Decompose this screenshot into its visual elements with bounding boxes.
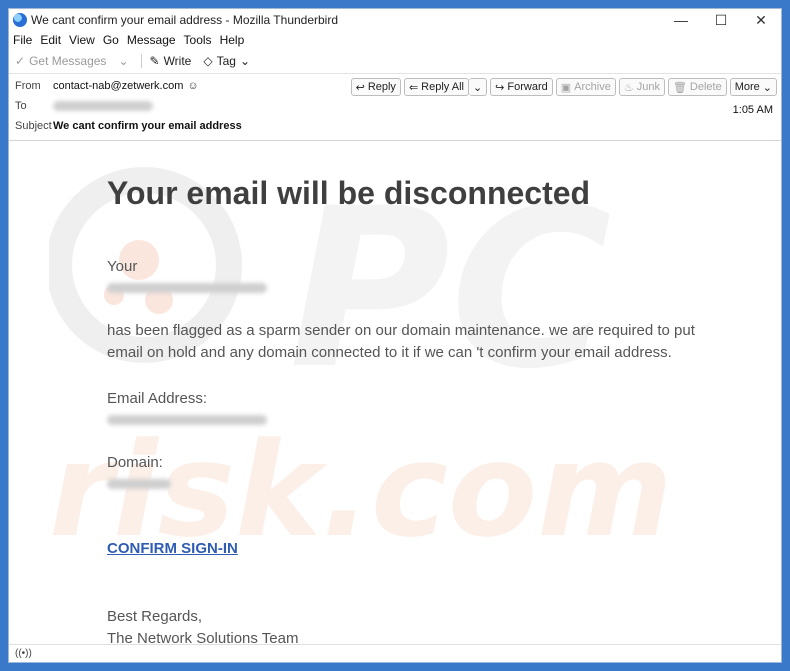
reply-all-label: Reply All: [421, 81, 464, 93]
close-button[interactable]: ✕: [741, 9, 781, 31]
chevron-down-icon: ⌄: [239, 54, 250, 68]
archive-icon: ▣: [560, 81, 572, 94]
message-body: PC risk.com Your email will be disconnec…: [9, 145, 781, 645]
domain-label: Domain:: [107, 454, 163, 471]
subject-value: We cant confirm your email address: [53, 120, 242, 132]
body-line-1: has been flagged as a sparm sender on ou…: [107, 322, 695, 339]
pencil-icon: ✎: [149, 54, 160, 68]
tag-button[interactable]: ◇ Tag ⌄: [203, 54, 254, 68]
reply-all-icon: ⇐: [408, 81, 419, 94]
confirm-link-wrap: CONFIRM SIGN-IN: [107, 540, 695, 558]
more-button[interactable]: More ⌄: [729, 78, 777, 96]
junk-button[interactable]: ♨ Junk: [618, 78, 665, 96]
title-bar: We cant confirm your email address - Moz…: [9, 9, 781, 31]
thunderbird-window: We cant confirm your email address - Moz…: [8, 8, 782, 663]
to-label: To: [15, 100, 27, 112]
reply-all-button[interactable]: ⇐ Reply All: [403, 78, 469, 96]
menu-go[interactable]: Go: [103, 33, 119, 47]
menu-view[interactable]: View: [69, 33, 95, 47]
main-toolbar: ✓ Get Messages ⌄ ✎ Write ◇ Tag ⌄: [9, 49, 781, 74]
toolbar-divider: [140, 54, 142, 68]
get-messages-dropdown[interactable]: ⌄: [118, 54, 132, 68]
window-title: We cant confirm your email address - Moz…: [31, 13, 339, 27]
message-header: From contact-nab@zetwerk.com ☺ To Subjec…: [9, 74, 781, 141]
chevron-down-icon: ⌄: [118, 54, 129, 68]
regards-text: Best Regards,: [107, 608, 203, 625]
trash-icon: 🗑: [672, 81, 687, 94]
tag-icon: ◇: [203, 54, 213, 68]
message-time: 1:05 AM: [732, 104, 773, 116]
chevron-down-icon: ⌄: [762, 81, 772, 94]
maximize-button[interactable]: ☐: [701, 9, 741, 31]
to-value-redacted: [53, 101, 153, 111]
forward-icon: ↪: [495, 81, 505, 94]
forward-label: Forward: [507, 81, 548, 93]
recipient-email-redacted: [107, 280, 695, 298]
from-value[interactable]: contact-nab@zetwerk.com: [53, 80, 183, 92]
forward-button[interactable]: ↪ Forward: [490, 78, 553, 96]
get-messages-label: Get Messages: [29, 54, 107, 68]
contact-icon[interactable]: ☺: [187, 80, 198, 92]
confirm-sign-in-link[interactable]: CONFIRM SIGN-IN: [107, 540, 238, 557]
from-label: From: [15, 80, 41, 92]
write-label: Write: [163, 54, 192, 68]
menu-edit[interactable]: Edit: [40, 33, 61, 47]
delete-button[interactable]: 🗑 Delete: [667, 78, 727, 96]
message-action-buttons: ↩ Reply ⇐ Reply All ⌄ ↪ Forward ▣ Archiv…: [348, 78, 777, 96]
thunderbird-logo-icon: [13, 13, 27, 27]
menu-message[interactable]: Message: [127, 33, 176, 47]
reply-label: Reply: [367, 81, 396, 93]
junk-icon: ♨: [623, 81, 634, 94]
to-row: To: [15, 100, 153, 112]
minimize-button[interactable]: —: [661, 9, 701, 31]
archive-button[interactable]: ▣ Archive: [555, 78, 616, 96]
junk-label: Junk: [636, 81, 660, 93]
email-address-redacted: [107, 412, 695, 430]
activity-icon[interactable]: ((•)): [15, 648, 32, 659]
menu-file[interactable]: File: [13, 33, 32, 47]
archive-label: Archive: [574, 81, 611, 93]
from-row: From contact-nab@zetwerk.com ☺: [15, 80, 199, 92]
status-bar: ((•)): [9, 644, 781, 662]
reply-all-dropdown[interactable]: ⌄: [468, 78, 488, 96]
menu-bar: File Edit View Go Message Tools Help: [9, 31, 781, 49]
subject-label: Subject: [15, 120, 52, 132]
email-headline: Your email will be disconnected: [107, 175, 591, 211]
get-messages-icon: ✓: [15, 54, 26, 68]
write-button[interactable]: ✎ Write: [150, 54, 192, 68]
body-line-2: email on hold and any domain connected t…: [107, 344, 672, 361]
reply-icon: ↩: [355, 81, 365, 94]
subject-row: Subject We cant confirm your email addre…: [15, 120, 242, 132]
team-signature: The Network Solutions Team: [107, 630, 299, 645]
reply-button[interactable]: ↩ Reply: [350, 78, 401, 96]
get-messages-button[interactable]: ✓ Get Messages: [15, 54, 106, 68]
domain-redacted: [107, 476, 695, 494]
more-label: More: [734, 81, 760, 93]
menu-tools[interactable]: Tools: [184, 33, 212, 47]
email-address-label: Email Address:: [107, 390, 208, 407]
tag-label: Tag: [216, 54, 236, 68]
email-content: Your email will be disconnected Your has…: [107, 175, 695, 645]
chevron-down-icon: ⌄: [472, 81, 483, 94]
menu-help[interactable]: Help: [220, 33, 245, 47]
your-label: Your: [107, 258, 138, 275]
delete-label: Delete: [689, 81, 722, 93]
